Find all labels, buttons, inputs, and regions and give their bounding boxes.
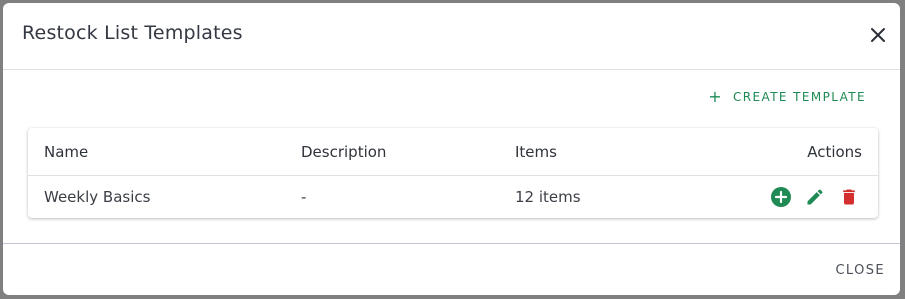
add-circle-icon[interactable] [770, 186, 792, 208]
trash-icon[interactable] [838, 186, 860, 208]
template-name: Weekly Basics [44, 188, 151, 206]
footer-divider [3, 243, 900, 244]
edit-pencil-icon[interactable] [804, 186, 826, 208]
create-template-button[interactable]: + CREATE TEMPLATE [708, 89, 866, 105]
column-header-actions: Actions [807, 142, 862, 161]
table-row: Weekly Basics - 12 items [28, 176, 878, 218]
create-template-label: CREATE TEMPLATE [733, 90, 866, 104]
dialog-header: Restock List Templates [3, 3, 900, 70]
dialog-title: Restock List Templates [22, 22, 243, 44]
template-items-count: 12 items [515, 188, 581, 206]
column-header-items: Items [515, 142, 557, 161]
plus-icon: + [708, 87, 724, 106]
restock-templates-dialog: Restock List Templates + CREATE TEMPLATE… [3, 3, 900, 295]
template-description: - [301, 188, 307, 206]
column-header-name: Name [44, 142, 89, 161]
close-button[interactable]: CLOSE [835, 263, 885, 278]
row-actions [770, 186, 860, 208]
close-icon[interactable] [868, 25, 888, 45]
column-header-description: Description [301, 142, 387, 161]
templates-table: Name Description Items Actions Weekly Ba… [28, 128, 878, 218]
table-header-row: Name Description Items Actions [28, 128, 878, 176]
